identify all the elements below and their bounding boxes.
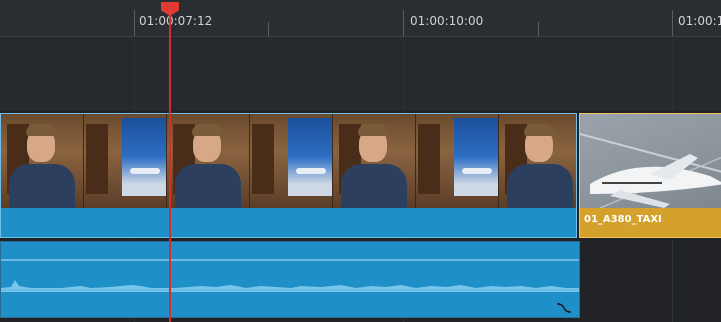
timecode-label: 01:00:07:12	[139, 14, 213, 28]
ruler-tick	[403, 10, 404, 36]
airplane-thumbnail	[580, 133, 721, 209]
ruler-tick	[134, 10, 135, 36]
thumbnail-frame	[167, 114, 250, 208]
timecode-label: 01:00:1	[678, 14, 721, 28]
timeline-ruler[interactable]: 01:00:07:12 01:00:10:00 01:00:1	[0, 0, 721, 37]
thumbnail-frame	[416, 114, 499, 208]
video-clip-broll[interactable]: 01_A380_TAXI	[579, 113, 721, 238]
video-clip-interview[interactable]	[0, 113, 577, 238]
thumbnail-frame	[499, 114, 576, 208]
clip-name: 01_A380_TAXI	[584, 214, 662, 225]
thumbnail-frame	[250, 114, 333, 208]
clip-thumbnails	[1, 114, 576, 208]
thumbnail-frame	[84, 114, 167, 208]
thumbnail-frame	[580, 114, 721, 209]
ruler-tick	[538, 22, 539, 36]
ruler-tick	[672, 10, 673, 36]
ruler-tick	[268, 22, 269, 36]
playhead-line[interactable]	[169, 8, 171, 322]
audio-link-icon[interactable]	[557, 299, 571, 314]
thumbnail-frame	[333, 114, 416, 208]
thumbnail-frame	[1, 114, 84, 208]
empty-track-area[interactable]	[0, 37, 721, 111]
timecode-label: 01:00:10:00	[410, 14, 484, 28]
audio-waveform	[1, 259, 579, 292]
audio-clip-interview[interactable]	[0, 241, 580, 318]
